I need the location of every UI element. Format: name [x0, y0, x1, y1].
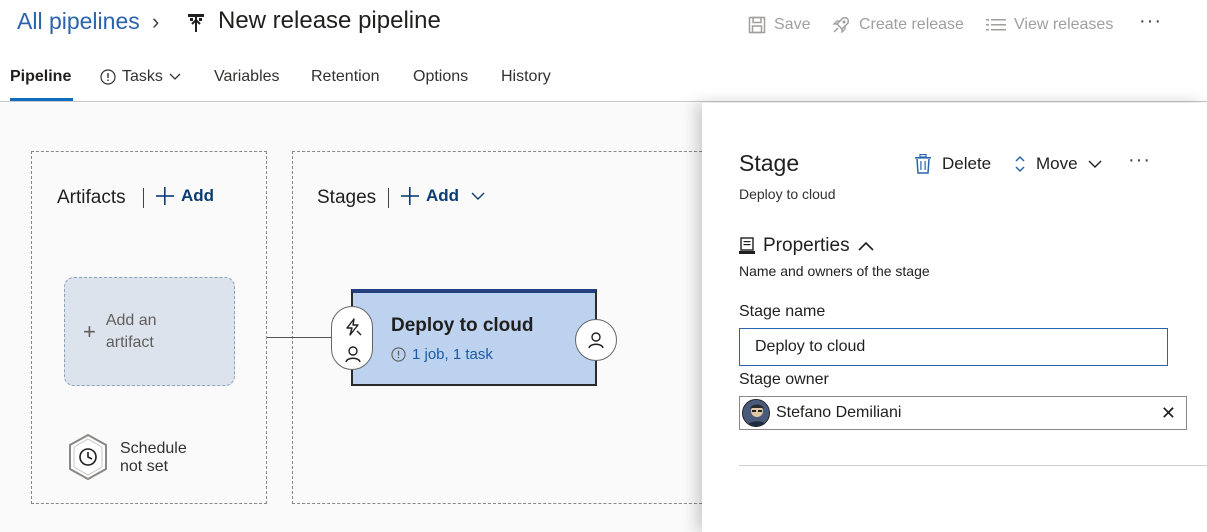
post-deployment-conditions[interactable] [575, 319, 617, 361]
create-release-button[interactable]: Create release [831, 14, 964, 36]
stage-name-label: Stage name [739, 303, 826, 320]
tab-history[interactable]: History [501, 68, 551, 86]
artifacts-divider [143, 188, 144, 208]
delete-stage-button[interactable]: Delete [914, 154, 991, 174]
add-stage-label: Add [426, 186, 460, 205]
plus-icon: + [83, 318, 96, 344]
person-icon [588, 332, 604, 349]
info-icon [391, 347, 406, 362]
properties-title: Properties [763, 235, 850, 256]
add-artifact-label: Add [181, 186, 215, 205]
tab-bar: Pipeline Tasks Variables Retention Optio… [0, 60, 1207, 102]
panel-title: Stage [739, 150, 800, 176]
chevron-down-icon [471, 192, 485, 200]
stage-name: Deploy to cloud [391, 315, 534, 336]
lightning-icon[interactable] [343, 317, 363, 337]
person-icon[interactable] [344, 345, 362, 363]
pipeline-canvas: Artifacts Add + Add an artifact Schedule… [0, 103, 702, 532]
add-stage-link[interactable]: Add [400, 186, 485, 206]
stage-owner-label: Stage owner [739, 371, 829, 388]
create-release-label: Create release [859, 16, 964, 33]
pre-deployment-conditions[interactable] [331, 306, 373, 370]
stage-summary: 1 job, 1 task [412, 346, 493, 363]
trash-icon [915, 154, 931, 174]
properties-section-toggle[interactable]: Properties [739, 235, 874, 257]
properties-description: Name and owners of the stage [739, 263, 930, 279]
view-releases-button[interactable]: View releases [986, 14, 1113, 36]
save-icon [748, 16, 766, 34]
stage-tasks-link[interactable]: 1 job, 1 task [391, 346, 493, 363]
tab-retention[interactable]: Retention [311, 68, 380, 86]
rocket-icon [832, 17, 849, 34]
tab-pipeline[interactable]: Pipeline [10, 68, 71, 86]
schedule-line2: not set [120, 458, 169, 475]
chevron-down-icon [1088, 160, 1102, 168]
move-icon [1015, 155, 1025, 173]
delete-label: Delete [942, 154, 992, 173]
info-icon [100, 69, 116, 85]
list-icon [986, 19, 1006, 31]
active-tab-indicator [10, 98, 73, 101]
tab-variables[interactable]: Variables [214, 68, 280, 86]
move-label: Move [1036, 154, 1078, 173]
plus-icon [401, 187, 419, 205]
release-pipeline-icon [188, 14, 204, 32]
panel-more-button[interactable]: ··· [1128, 149, 1151, 172]
add-artifact-line1: Add an [105, 311, 157, 329]
stages-title: Stages [317, 187, 377, 208]
properties-icon [739, 237, 755, 254]
header-more-button[interactable]: ··· [1139, 10, 1162, 33]
view-releases-label: View releases [1014, 16, 1114, 33]
add-artifact-text: Add an artifact [106, 310, 157, 354]
save-button[interactable]: Save [748, 14, 810, 36]
stage-owner-name: Stefano Demiliani [776, 404, 902, 421]
tab-tasks[interactable]: Tasks [100, 68, 181, 86]
stage-owner-picker[interactable]: Stefano Demiliani ✕ [739, 396, 1187, 430]
add-artifact-link[interactable]: Add [155, 186, 214, 206]
schedule-trigger-button[interactable] [67, 433, 109, 481]
chevron-down-icon [169, 73, 181, 80]
artifacts-title: Artifacts [57, 187, 126, 208]
stage-name-input[interactable] [739, 328, 1168, 366]
plus-icon [156, 187, 174, 205]
stage-card-deploy-to-cloud[interactable]: Deploy to cloud 1 job, 1 task [351, 289, 597, 386]
chevron-up-icon [858, 241, 874, 251]
panel-divider [739, 465, 1207, 466]
page-title[interactable]: New release pipeline [218, 7, 441, 35]
panel-subtitle: Deploy to cloud [739, 186, 836, 202]
add-artifact-line2: artifact [105, 333, 154, 351]
breadcrumb-all-pipelines[interactable]: All pipelines [17, 8, 140, 35]
schedule-line1: Schedule [120, 440, 187, 457]
tab-options[interactable]: Options [413, 68, 468, 86]
artifact-stage-connector [267, 337, 331, 338]
stage-details-panel: Stage Deploy to cloud Delete Move ··· Pr… [702, 103, 1207, 532]
tab-tasks-label: Tasks [122, 68, 163, 85]
breadcrumb-separator: › [152, 9, 160, 34]
clear-owner-button[interactable]: ✕ [1157, 403, 1180, 424]
add-artifact-card[interactable]: + Add an artifact [64, 277, 235, 386]
stages-divider [388, 188, 389, 208]
save-label: Save [774, 16, 811, 33]
move-stage-button[interactable]: Move [1014, 154, 1102, 174]
avatar [742, 399, 770, 427]
schedule-status: Schedule not set [120, 440, 187, 476]
